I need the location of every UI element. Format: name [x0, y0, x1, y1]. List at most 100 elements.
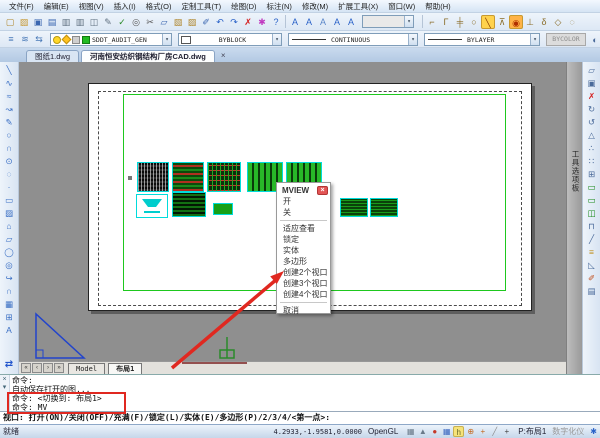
menu-item[interactable]: 帮助(H) [420, 1, 455, 12]
modify-block-icon[interactable]: ▣ [585, 77, 598, 90]
layout-nav-button[interactable]: » [54, 363, 64, 373]
draw-arc3-icon[interactable]: ∩ [3, 285, 16, 298]
paste-icon[interactable]: ▧ [171, 15, 185, 29]
draw-parallel-icon[interactable]: ≈ [3, 90, 16, 103]
tab-layout1[interactable]: 布局1 [108, 362, 143, 374]
text-edit-icon[interactable]: A [316, 15, 330, 29]
text-underline-icon[interactable]: A [288, 15, 302, 29]
modify-rotate-icon[interactable]: ↻ [585, 103, 598, 116]
mview-menu-item[interactable]: 创建4个视口 [277, 289, 330, 300]
paste-special-icon[interactable]: ▨ [185, 15, 199, 29]
command-prompt[interactable]: 视口: 打开(ON)/关闭(OFF)/充满(F)/锁定(L)/实体(E)/多边形… [0, 411, 600, 424]
status-otrack-icon[interactable]: ⊕ [465, 426, 476, 437]
doc-tab-drawing1[interactable]: 图纸1.dwg [26, 50, 80, 62]
draw-concentric-icon[interactable]: ◎ [3, 259, 16, 272]
status-dyn-icon[interactable]: + [477, 426, 488, 437]
osnap-tangent-icon[interactable]: δ [537, 15, 551, 29]
draw-circle-2p-icon[interactable]: ⊙ [3, 155, 16, 168]
modify-explode-icon[interactable]: ∴ [585, 142, 598, 155]
redo-icon[interactable]: ↷ [227, 15, 241, 29]
draw-hatch-icon[interactable]: ▨ [3, 207, 16, 220]
color-combo[interactable]: BYBLOCK ▾ [178, 33, 282, 46]
text-scale-icon[interactable]: A [330, 15, 344, 29]
modify-rotate-ccw-icon[interactable]: ↺ [585, 116, 598, 129]
modify-pencil-icon[interactable]: ✐ [585, 272, 598, 285]
status-snap-icon[interactable]: ▦ [405, 426, 416, 437]
find-icon[interactable]: ◎ [129, 15, 143, 29]
osnap-perpendicular-icon[interactable]: ⊥ [523, 15, 537, 29]
osnap-from-icon[interactable]: Γ [439, 15, 453, 29]
draw-donut-icon[interactable]: ◯ [3, 246, 16, 259]
mview-menu-item[interactable]: 实体 [277, 245, 330, 256]
osnap-node-icon[interactable]: ◌ [565, 15, 579, 29]
menu-item[interactable]: 扩展工具(X) [333, 1, 383, 12]
menu-item[interactable]: 窗口(W) [383, 1, 420, 12]
draw-rectangle-icon[interactable]: ▭ [3, 194, 16, 207]
modify-rect2-icon[interactable]: ▭ [585, 194, 598, 207]
chevron-down-icon[interactable]: ▾ [408, 34, 417, 45]
print-preview-icon[interactable]: ◫ [87, 15, 101, 29]
osnap-quadrant-icon[interactable]: ◇ [551, 15, 565, 29]
menu-item[interactable]: 定制工具(T) [177, 1, 227, 12]
draw-circle-icon[interactable]: ○ [3, 129, 16, 142]
open-icon[interactable]: ▨ [17, 15, 31, 29]
text-style-combo[interactable]: ▾ [362, 15, 414, 28]
draw-line-icon[interactable]: ╲ [3, 64, 16, 77]
osnap-intersection-icon[interactable]: ╲ [481, 14, 495, 29]
draw-polyline-icon[interactable]: ↝ [3, 103, 16, 116]
layout-nav-button[interactable]: ‹ [32, 363, 42, 373]
modify-line-icon[interactable]: ╱ [585, 233, 598, 246]
status-grid-icon[interactable]: ▲ [417, 426, 428, 437]
modify-array-icon[interactable]: ∷ [585, 155, 598, 168]
command-window[interactable]: × ▾ 命令: 自动保存打开的图... 命令: <切换到: 布局1> 命令: MV [0, 374, 600, 411]
chevron-down-icon[interactable]: ▾ [530, 34, 539, 45]
draw-revcloud-icon[interactable]: ↪ [3, 272, 16, 285]
status-polar-icon[interactable]: ▦ [441, 426, 452, 437]
match-properties-icon[interactable]: ✐ [199, 15, 213, 29]
draw-arc-icon[interactable]: ∩ [3, 142, 16, 155]
text-style-icon[interactable]: A [302, 15, 316, 29]
osnap-midpoint-icon[interactable]: ○ [467, 15, 481, 29]
chevron-down-icon[interactable]: ▾ [404, 16, 413, 27]
expand-icon[interactable]: ▾ [3, 383, 7, 391]
modify-sheet-icon[interactable]: ▤ [585, 285, 598, 298]
draw-text-icon[interactable]: A [3, 324, 16, 337]
status-model-icon[interactable]: + [501, 426, 512, 437]
osnap-center-icon[interactable]: ◉ [509, 14, 523, 29]
status-osnap-icon[interactable]: h [453, 426, 465, 437]
menu-item[interactable]: 标注(N) [262, 1, 297, 12]
layer-properties-icon[interactable]: ≡ [4, 32, 18, 46]
modify-wedge-icon[interactable]: ◺ [585, 259, 598, 272]
layer-states-icon[interactable]: ≋ [18, 32, 32, 46]
osnap-extension-icon[interactable]: ⊼ [495, 15, 509, 29]
menu-item[interactable]: 绘图(D) [226, 1, 261, 12]
draw-point-icon[interactable]: ∙ [3, 181, 16, 194]
help-icon[interactable]: ? [269, 15, 283, 29]
mview-menu-item[interactable]: 多边形 [277, 256, 330, 267]
layer-combo[interactable]: SDDT_AUDIT_GEN ▾ [50, 33, 172, 46]
layer-lock-icon[interactable] [72, 35, 80, 44]
new-icon[interactable]: ▢ [3, 15, 17, 29]
modify-layers-icon[interactable]: ≡ [585, 246, 598, 259]
close-tab-icon[interactable]: × [217, 50, 230, 62]
draw-spline-icon[interactable]: ∿ [3, 77, 16, 90]
status-ortho-icon[interactable]: ● [429, 426, 440, 437]
chevron-down-icon[interactable]: ▾ [162, 34, 171, 45]
draworder-icon[interactable]: ◐ [588, 33, 600, 47]
modify-copy-icon[interactable]: ▱ [585, 64, 598, 77]
mview-menu-item[interactable]: 锁定 [277, 234, 330, 245]
menu-item[interactable]: 格式(O) [141, 1, 177, 12]
mview-menu-item[interactable]: 适应查看 [277, 223, 330, 234]
draw-sketch-icon[interactable]: ✎ [3, 116, 16, 129]
doc-tab-active[interactable]: 河南恒安纺织钢结构厂房CAD.dwg [81, 50, 215, 62]
chevron-down-icon[interactable]: ▾ [272, 34, 281, 45]
mview-menu-item[interactable]: 关 [277, 207, 330, 218]
mview-menu-item[interactable]: 开 [277, 196, 330, 207]
publish-icon[interactable]: ✎ [101, 15, 115, 29]
menu-item[interactable]: 文件(F) [4, 1, 39, 12]
osnap-track-icon[interactable]: ⌐ [425, 15, 439, 29]
menu-item[interactable]: 插入(I) [109, 1, 141, 12]
modify-3d-icon[interactable]: ⊓ [585, 220, 598, 233]
draw-table-icon[interactable]: ▦ [3, 298, 16, 311]
modify-mirror-icon[interactable]: △ [585, 129, 598, 142]
